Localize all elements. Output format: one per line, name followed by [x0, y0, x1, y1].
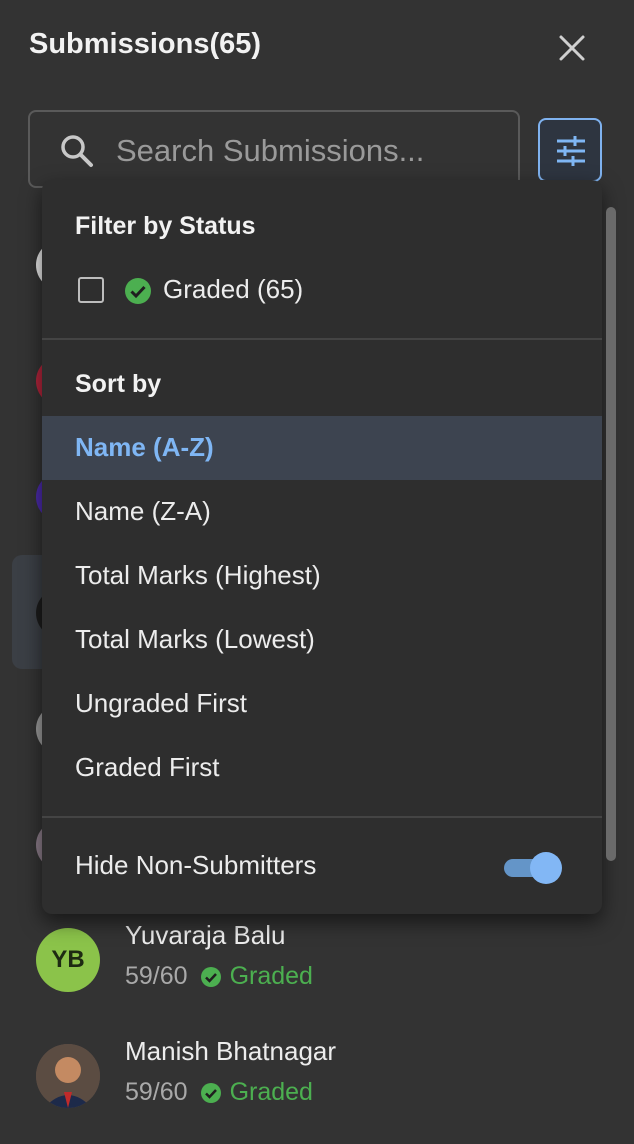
- graded-checkbox[interactable]: [78, 277, 104, 303]
- score-line: 59/60 Graded: [125, 962, 313, 991]
- search-icon: [61, 135, 93, 167]
- hide-non-submitters-toggle[interactable]: [504, 852, 562, 884]
- toggle-knob: [530, 852, 562, 884]
- check-circle-icon: [125, 278, 151, 304]
- sort-option-ungraded-first[interactable]: Ungraded First: [42, 672, 602, 736]
- search-field[interactable]: [28, 110, 520, 188]
- sort-option-label: Graded First: [75, 752, 220, 782]
- close-button[interactable]: [556, 32, 588, 64]
- divider: [42, 816, 602, 818]
- scrollbar[interactable]: [606, 207, 616, 861]
- status-badge: Graded: [229, 1078, 313, 1106]
- sort-option-label: Total Marks (Highest): [75, 560, 321, 590]
- sort-option-label: Name (A-Z): [75, 432, 214, 462]
- graded-filter-label: Graded (65): [163, 274, 304, 304]
- score: 59/60: [125, 962, 188, 990]
- student-name: Yuvaraja Balu: [125, 920, 286, 950]
- search-input[interactable]: [114, 128, 508, 174]
- hide-non-submitters-row[interactable]: Hide Non-Submitters: [42, 832, 602, 896]
- avatar: [36, 1044, 100, 1108]
- close-icon: [559, 35, 585, 61]
- sort-option-marks-lowest[interactable]: Total Marks (Lowest): [42, 608, 602, 672]
- filter-sort-button[interactable]: [538, 118, 602, 182]
- tune-icon: [557, 136, 585, 166]
- sort-option-marks-highest[interactable]: Total Marks (Highest): [42, 544, 602, 608]
- status-badge: Graded: [229, 962, 313, 990]
- sort-option-label: Total Marks (Lowest): [75, 624, 315, 654]
- sort-title: Sort by: [75, 370, 162, 398]
- check-circle-icon: [200, 966, 221, 987]
- list-item[interactable]: YB Yuvaraja Balu 59/60 Graded: [36, 920, 596, 1028]
- hide-non-submitters-label: Hide Non-Submitters: [75, 850, 317, 880]
- page-title: Submissions(65): [29, 28, 262, 60]
- score-line: 59/60 Graded: [125, 1078, 313, 1107]
- student-name: Manish Bhatnagar: [125, 1036, 337, 1066]
- score: 59/60: [125, 1078, 188, 1106]
- profile-photo-icon: [36, 1044, 100, 1108]
- sort-option-label: Ungraded First: [75, 688, 247, 718]
- divider: [42, 338, 602, 340]
- list-item[interactable]: Manish Bhatnagar 59/60 Graded: [36, 1036, 596, 1144]
- sort-option-name-desc[interactable]: Name (Z-A): [42, 480, 602, 544]
- graded-filter-option[interactable]: Graded (65): [78, 274, 378, 308]
- sort-option-name-asc[interactable]: Name (A-Z): [42, 416, 602, 480]
- avatar: YB: [36, 928, 100, 992]
- sort-option-label: Name (Z-A): [75, 496, 211, 526]
- filter-sort-menu: Filter by Status Graded (65) Sort by Nam…: [42, 180, 602, 914]
- sort-option-graded-first[interactable]: Graded First: [42, 736, 602, 800]
- check-circle-icon: [200, 1082, 221, 1103]
- filter-title: Filter by Status: [75, 212, 256, 240]
